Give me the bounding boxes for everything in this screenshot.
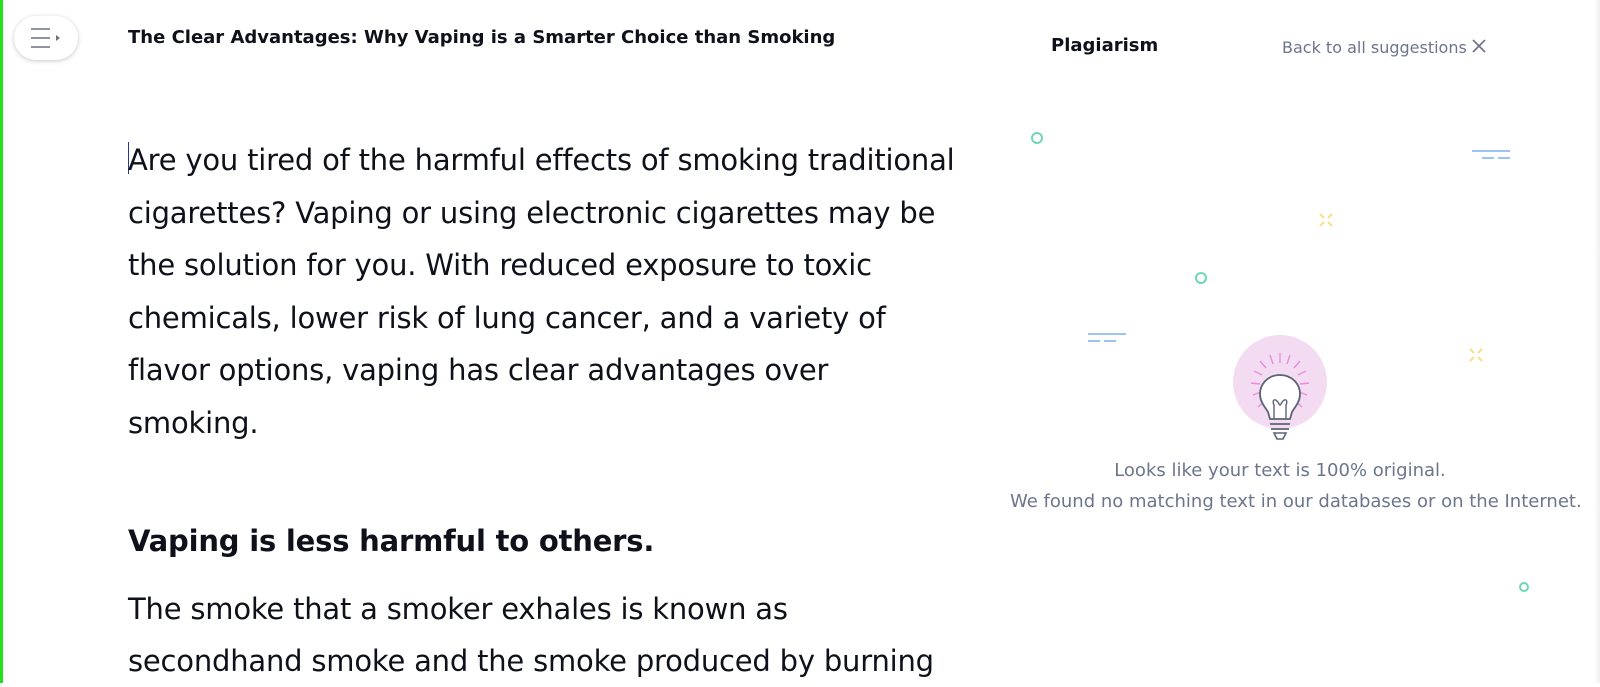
section-paragraph[interactable]: The smoke that a smoker exhales is known… [128, 583, 934, 687]
editor-area[interactable]: Are you tired of the harmful effects of … [128, 134, 955, 449]
document-title[interactable]: The Clear Advantages: Why Vaping is a Sm… [128, 27, 835, 48]
text-line: flavor options, vaping has clear advanta… [128, 353, 829, 387]
text-line: smoking. [128, 405, 259, 440]
original-text-message: Looks like your text is 100% original. [1114, 460, 1446, 481]
text-line: The smoke that a smoker exhales is known… [128, 592, 788, 626]
section-heading[interactable]: Vaping is less harmful to others. [128, 524, 654, 558]
text-line: Are you tired of the harmful effects of … [128, 143, 955, 177]
panel-shadow [1594, 0, 1600, 683]
decor-circle-icon [1519, 582, 1529, 592]
decor-dash-icon [1088, 333, 1126, 342]
decor-dash-icon [1472, 150, 1510, 159]
text-line: chemicals, lower risk of lung cancer, an… [128, 300, 886, 335]
decor-circle-icon [1031, 132, 1043, 144]
text-line: the solution for you. With reduced expos… [128, 248, 872, 282]
text-line: secondhand smoke and the smoke produced … [128, 644, 934, 678]
no-match-message: We found no matching text in our databas… [1010, 491, 1582, 512]
panel-title: Plagiarism [1051, 35, 1159, 56]
back-to-suggestions-link[interactable]: Back to all suggestions [1282, 38, 1467, 57]
app-window: The Clear Advantages: Why Vaping is a Sm… [0, 0, 1600, 683]
decor-sparkle-icon [1319, 213, 1333, 227]
menu-button[interactable] [14, 16, 78, 60]
close-panel-button[interactable] [1469, 36, 1489, 56]
window-edge-accent [0, 0, 3, 683]
decor-sparkle-icon [1469, 348, 1483, 362]
menu-expand-icon [31, 28, 60, 48]
lightbulb-icon [1233, 335, 1327, 440]
intro-paragraph[interactable]: Are you tired of the harmful effects of … [128, 134, 955, 449]
close-icon [1472, 39, 1486, 53]
text-line: cigarettes? Vaping or using electronic c… [128, 195, 936, 230]
decor-circle-icon [1195, 272, 1207, 284]
